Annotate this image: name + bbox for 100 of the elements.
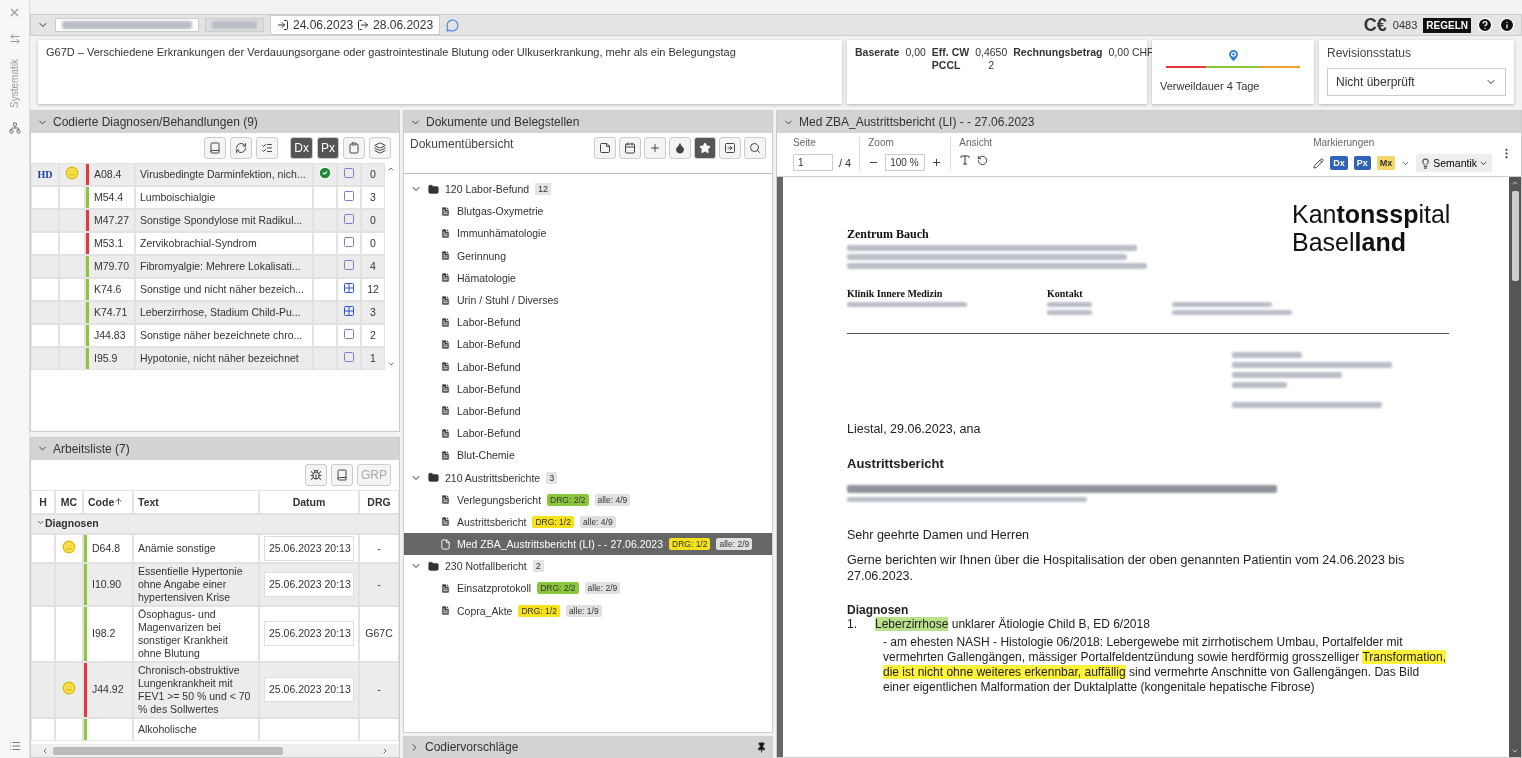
document-row[interactable]: Hämatologie (404, 266, 772, 289)
date-field[interactable]: 25.06.2023 20:13 (264, 621, 354, 646)
page-field[interactable]: 1 (793, 154, 833, 171)
panel-header[interactable]: Arbeitsliste (7) (31, 437, 399, 460)
marking-toggle[interactable]: Dx (1330, 156, 1348, 170)
pin-icon[interactable] (756, 741, 767, 753)
scrollbar[interactable] (1509, 177, 1521, 757)
search-button[interactable] (744, 137, 766, 159)
revision-select[interactable]: Nicht überprüft (1327, 68, 1506, 96)
suggestions-header[interactable]: Codiervorschläge (403, 736, 773, 758)
comment-icon[interactable] (446, 18, 460, 32)
document-row[interactable]: Einsatzprotokoll DRG: 2/2 alle: 2/9 (404, 577, 772, 600)
table-row[interactable]: J44.83 Sonstige näher bezeichnete chro... 2 (31, 324, 385, 347)
semantics-button[interactable]: Semantik (1416, 154, 1492, 172)
table-row[interactable]: I95.9 Hypotonie, nicht näher bezeichnet 1 (31, 347, 385, 370)
document-row[interactable]: Labor-Befund (404, 355, 772, 378)
panel-header[interactable]: Med ZBA_Austrittsbericht (LI) - - 27.06.2023 (777, 111, 1521, 133)
table-row[interactable]: D64.8 Anämie sonstige 25.06.2023 20:13 - (31, 533, 399, 563)
document-row[interactable]: Austrittsbericht DRG: 1/2 alle: 4/9 (404, 510, 772, 533)
column-header[interactable]: Code (83, 489, 133, 514)
checkbox[interactable] (343, 167, 355, 179)
document-row[interactable]: Blut-Chemie (404, 444, 772, 467)
scroll-up-icon[interactable] (1511, 179, 1519, 187)
star-button[interactable] (694, 137, 716, 159)
checkbox[interactable] (343, 328, 355, 340)
scroll-thumb[interactable] (1511, 191, 1519, 281)
folder-row[interactable]: 230 Notfallbericht 2 (404, 555, 772, 578)
checkbox[interactable] (343, 351, 355, 363)
info-icon[interactable] (1499, 17, 1515, 33)
table-row[interactable]: K74.71 Leberzirrhose, Stadium Child-Pu... 3 (31, 301, 385, 324)
calendar-button[interactable] (619, 137, 641, 159)
table-row[interactable]: J44.92 Chronisch-obstruktive Lungenkrankheit mit FEV1 >= 50 % und < 70 % des Sollwertes 25.06.2023 20:13 - (31, 661, 399, 718)
list-icon[interactable] (8, 740, 21, 752)
document-row[interactable]: Gerinnung (404, 244, 772, 267)
column-header[interactable]: Datum (259, 489, 359, 514)
table-row[interactable]: HD A08.4 Virusbedingte Darminfektion, nich... 0 (31, 163, 385, 186)
close-icon[interactable] (8, 6, 21, 19)
hierarchy-icon[interactable] (8, 121, 21, 134)
zoom-in-icon[interactable] (931, 157, 943, 168)
document-row[interactable]: Labor-Befund (404, 333, 772, 356)
document-row[interactable]: Labor-Befund (404, 377, 772, 400)
date-field[interactable]: 25.06.2023 20:13 (264, 677, 354, 702)
document-row[interactable]: Blutgas-Oxymetrie (404, 200, 772, 223)
document-row[interactable]: Labor-Befund (404, 399, 772, 423)
scroll-down-icon[interactable] (387, 360, 395, 368)
scroll-up-icon[interactable] (387, 165, 395, 173)
folder-row[interactable]: 120 Labor-Befund 12 (404, 178, 772, 201)
table-row[interactable]: I10.90 Essentielle Hypertonie ohne Angabe einer hypertensiven Krise 25.06.2023 20:13 - (31, 562, 399, 606)
table-row[interactable]: K74.6 Sonstige und nicht näher bezeich... 12 (31, 278, 385, 301)
document-row[interactable]: Labor-Befund (404, 422, 772, 445)
table-row[interactable]: M47.27 Sonstige Spondylose mit Radikul... 0 (31, 209, 385, 232)
help-icon[interactable] (1477, 17, 1493, 33)
marking-toggle[interactable]: Px (1353, 156, 1371, 170)
clipboard-button[interactable] (343, 137, 365, 159)
column-header[interactable]: Text (133, 489, 259, 514)
checkbox[interactable] (343, 259, 355, 271)
column-header[interactable]: MC (55, 489, 83, 514)
checkbox[interactable] (343, 190, 355, 202)
text-size-icon[interactable] (959, 154, 972, 166)
panel-header[interactable]: Dokumente und Belegstellen (404, 111, 772, 133)
filter-toggle[interactable]: Px (317, 137, 339, 159)
document-row[interactable]: Verlegungsbericht DRG: 2/2 alle: 4/9 (404, 488, 772, 511)
folder-row[interactable]: 210 Austrittsberichte 3 (404, 466, 772, 489)
bug-button[interactable] (305, 463, 327, 486)
rules-badge[interactable]: REGELN (1423, 17, 1471, 33)
marking-toggle[interactable]: Mx (1376, 156, 1396, 170)
scroll-right-icon[interactable] (381, 746, 389, 755)
book-button[interactable] (204, 137, 227, 159)
table-row[interactable]: M79.70 Fibromyalgie: Mehrere Lokalisati... 4 (31, 255, 385, 278)
document-row[interactable]: Urin / Stuhl / Diverses (404, 288, 772, 312)
drop-button[interactable] (669, 137, 691, 159)
table-row[interactable]: I98.2 Ösophagus- und Magenvarizen bei sonstiger Krankheit ohne Blutung 25.06.2023 20:13 G67C (31, 605, 399, 662)
layers-button[interactable] (369, 137, 391, 159)
document-row[interactable]: Labor-Befund (404, 311, 772, 334)
table-row[interactable]: M54.4 Lumboischialgie 3 (31, 186, 385, 209)
book-button[interactable] (331, 463, 353, 486)
refresh-button[interactable] (230, 137, 253, 159)
document-row[interactable]: Immunhämatologie (404, 222, 772, 245)
swap-icon[interactable] (8, 33, 21, 45)
date-field[interactable]: 25.06.2023 20:13 (264, 571, 354, 597)
panel-header[interactable]: Codierte Diagnosen/Behandlungen (9) (31, 111, 399, 133)
export-button[interactable] (719, 137, 741, 159)
note-button[interactable] (594, 137, 616, 159)
rotate-icon[interactable] (977, 154, 989, 166)
document-row[interactable]: Copra_Akte DRG: 1/2 alle: 1/9 (404, 599, 772, 622)
zoom-field[interactable]: 100 % (885, 154, 926, 171)
checkbox[interactable] (343, 236, 355, 248)
column-header[interactable]: DRG (359, 489, 399, 514)
list-button[interactable] (256, 137, 279, 159)
scroll-down-icon[interactable] (1511, 747, 1519, 755)
horizontal-scrollbar[interactable] (31, 744, 399, 757)
pencil-icon[interactable] (1313, 157, 1325, 169)
group-row[interactable]: Diagnosen (31, 513, 399, 534)
table-row[interactable]: M53.1 Zervikobrachial-Syndrom 0 (31, 232, 385, 255)
filter-toggle[interactable]: Dx (290, 137, 313, 159)
checkbox[interactable] (343, 213, 355, 225)
checkbox[interactable] (343, 305, 355, 317)
document-row[interactable]: Med ZBA_Austrittsbericht (LI) - - 27.06.2023 DRG: 1/2 alle: 2/9 (404, 533, 772, 556)
column-header[interactable]: H (31, 489, 55, 514)
date-field[interactable]: 25.06.2023 20:13 (264, 535, 354, 561)
